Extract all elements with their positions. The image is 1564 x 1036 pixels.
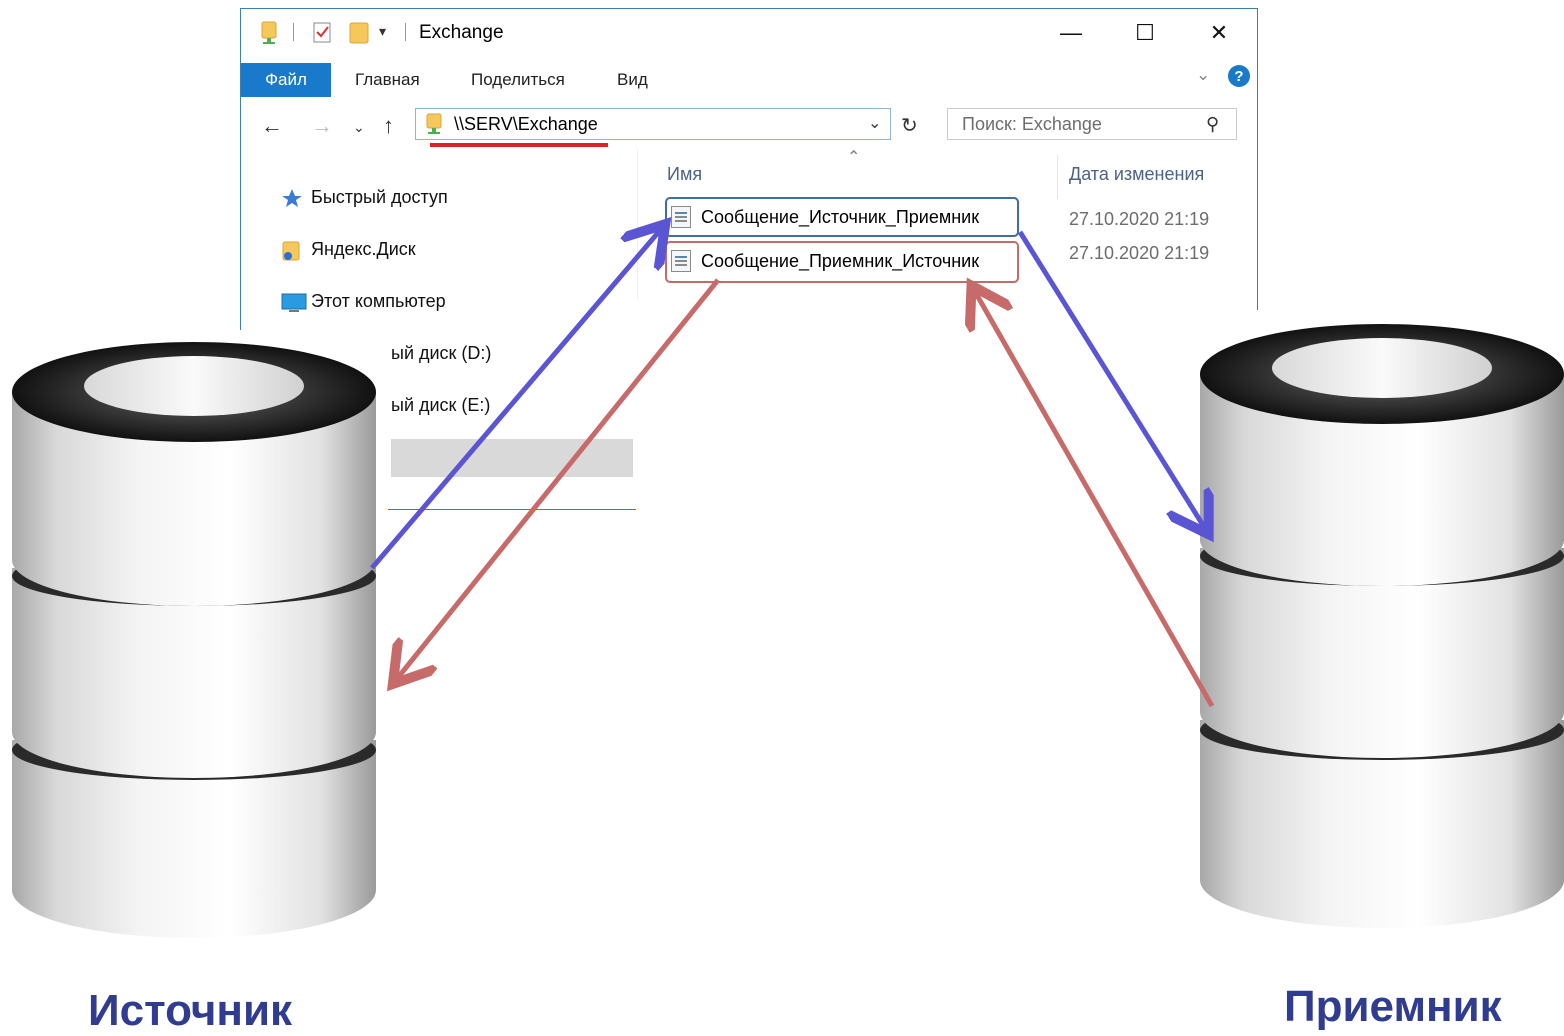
source-label: Источник [88,986,293,1035]
diagram-graphics [12,0,1564,938]
arrow-source-to-exchange [370,228,662,570]
receiver-database-icon [1200,324,1564,928]
source-database-icon [12,342,376,938]
receiver-label: Приемник [1284,982,1502,1031]
arrow-exchange-to-receiver [1017,230,1206,530]
